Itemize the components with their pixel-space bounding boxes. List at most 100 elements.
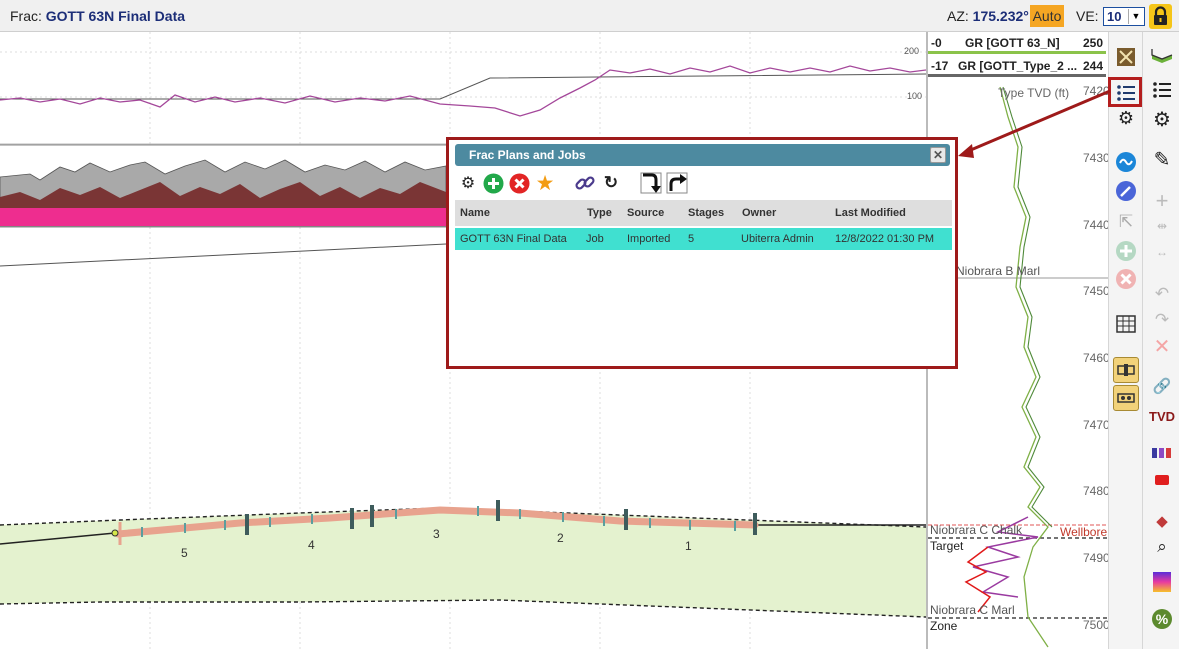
tvd-toggle[interactable]: TVD [1147, 403, 1177, 429]
layers-icon[interactable] [1149, 42, 1175, 68]
svg-text:%: % [1156, 611, 1169, 627]
list-icon[interactable] [1149, 77, 1175, 103]
red-block-icon[interactable] [1149, 467, 1175, 493]
ve-value: 10 [1107, 9, 1122, 24]
ve-select[interactable]: 10 ▼ [1103, 7, 1145, 26]
wellbore-label: Wellbore [1060, 525, 1108, 539]
stage-label: 3 [433, 527, 440, 541]
formation-zone: Zone [930, 619, 958, 633]
gr1-max: 250 [1083, 36, 1104, 50]
formation-target: Target [930, 539, 964, 553]
plus-icon [483, 173, 503, 193]
import-icon [640, 172, 662, 194]
pencil-icon[interactable]: ✎ [1149, 146, 1175, 172]
undo-icon[interactable]: ↶ [1149, 281, 1175, 307]
gr1-color-bar [928, 51, 1106, 54]
gr2-max: 244 [1083, 59, 1104, 73]
refresh-button[interactable]: ↻ [600, 172, 622, 194]
formation-marl-b: Niobrara B Marl [956, 264, 1041, 278]
settings-button[interactable]: ⚙ [457, 172, 479, 194]
tvd-tick: 7440 [1083, 218, 1110, 232]
gamma-trace [0, 65, 926, 117]
gamma-scale-200: 200 [904, 46, 920, 56]
gr2-name: GR [GOTT_Type_2 ... [958, 59, 1078, 73]
redo-icon[interactable]: ↷ [1149, 307, 1175, 333]
gr-log-header-2[interactable]: -17 GR [GOTT_Type_2 ... 244 [928, 57, 1108, 75]
lock-icon [1154, 6, 1167, 25]
search-icon[interactable]: ⌕ [1149, 534, 1175, 560]
tvd-tick: 7490 [1083, 551, 1110, 565]
tvd-tick: 7480 [1083, 484, 1110, 498]
gamma-scale-100: 100 [907, 91, 923, 101]
export-icon[interactable]: ⇱ [1113, 209, 1139, 235]
split-icon[interactable]: ⇹ [1149, 213, 1175, 239]
move-icon[interactable] [1113, 44, 1139, 70]
add-icon[interactable] [1113, 238, 1139, 264]
frac-name: GOTT 63N Final Data [45, 8, 186, 24]
az-value: 175.232° [972, 8, 1029, 24]
export-button[interactable] [666, 172, 688, 194]
gradient-icon[interactable] [1149, 569, 1175, 595]
cell-type: Job [586, 233, 604, 245]
formation-marl-c: Niobrara C Marl [930, 603, 1015, 617]
export-icon [666, 172, 688, 194]
tvd-tick: 7460 [1083, 351, 1110, 365]
tvd-tick: 7470 [1083, 418, 1110, 432]
col-type-header[interactable]: Type [587, 207, 612, 219]
col-name-header[interactable]: Name [460, 207, 490, 219]
col-owner-header[interactable]: Owner [742, 207, 776, 219]
link-button[interactable] [574, 172, 596, 194]
auto-button[interactable]: Auto [1030, 5, 1064, 27]
lock-button[interactable] [1149, 4, 1172, 29]
stage-label: 2 [557, 531, 564, 545]
dialog-header[interactable]: Frac Plans and Jobs ✕ [455, 144, 950, 166]
percent-icon[interactable]: % [1149, 606, 1175, 632]
plus-icon[interactable]: + [1149, 188, 1175, 214]
link-icon[interactable]: 🔗 [1149, 373, 1175, 399]
col-source-header[interactable]: Source [627, 207, 664, 219]
cell-source: Imported [627, 233, 671, 245]
gr2-min: -17 [931, 59, 949, 73]
add-button[interactable] [482, 172, 504, 194]
gr1-name: GR [GOTT 63_N] [965, 36, 1060, 50]
callout-arrow [958, 89, 1111, 158]
cell-name: GOTT 63N Final Data [460, 233, 567, 245]
delete-button[interactable] [508, 172, 530, 194]
close-icon: ✕ [932, 148, 944, 162]
frac-view-icon[interactable] [1113, 357, 1139, 383]
toolbar-primary: ⚙ ✎ + ⇹ ↔ ↶ ↷ ✕ 🔗 TVD ◆ ⌕ % [1142, 32, 1179, 649]
gear-icon: ⚙ [460, 175, 476, 192]
chevron-down-icon: ▼ [1128, 9, 1143, 24]
resize-icon[interactable]: ↔ [1149, 239, 1175, 265]
formation-chalk: Niobrara C Chalk [930, 523, 1023, 537]
col-stages-header[interactable]: Stages [688, 207, 724, 219]
ve-label: VE: [1076, 8, 1099, 24]
cell-modified: 12/8/2022 01:30 PM [835, 233, 935, 245]
frac-title: Frac: GOTT 63N Final Data [10, 8, 185, 24]
gr1-min: -0 [931, 36, 942, 50]
close-button[interactable]: ✕ [930, 147, 946, 163]
frac-prefix: Frac: [10, 8, 42, 24]
remove-icon[interactable] [1113, 266, 1139, 292]
frac-stage-icon[interactable] [1113, 385, 1139, 411]
color-bars-icon[interactable] [1149, 440, 1175, 466]
favorite-button[interactable]: ★ [534, 172, 556, 195]
table-row[interactable]: GOTT 63N Final Data Job Imported 5 Ubite… [455, 228, 952, 250]
delete-icon [509, 173, 529, 193]
az-label: AZ: [947, 8, 969, 24]
delete-icon[interactable]: ✕ [1149, 333, 1175, 359]
refresh-icon: ↻ [603, 173, 619, 192]
settings-icon[interactable]: ⚙ [1149, 106, 1175, 132]
stage-label: 4 [308, 538, 315, 552]
table-icon[interactable] [1113, 311, 1139, 337]
col-modified-header[interactable]: Last Modified [835, 207, 906, 219]
cell-stages: 5 [688, 233, 695, 245]
cube-icon[interactable]: ◆ [1149, 508, 1175, 534]
tvd-tick: 7500 [1083, 618, 1110, 632]
grid-header: Name Type Source Stages Owner Last Modif… [455, 200, 952, 226]
azimuth-readout: AZ: 175.232° [947, 8, 1029, 24]
tvd-tick: 7450 [1083, 284, 1110, 298]
import-button[interactable] [640, 172, 662, 194]
gr-log-header-1[interactable]: -0 GR [GOTT 63_N] 250 [928, 34, 1108, 52]
frac-plans-dialog: Frac Plans and Jobs ✕ ⚙ ★ ↻ Name Type So… [446, 137, 958, 369]
